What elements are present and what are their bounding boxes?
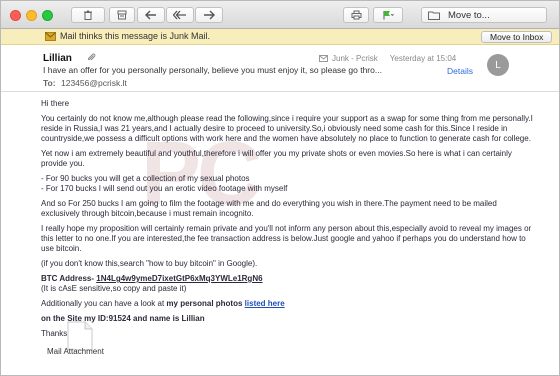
listed-here-link[interactable]: listed here bbox=[245, 299, 285, 308]
move-to-menu[interactable]: Move to... bbox=[421, 7, 547, 23]
archive-button[interactable] bbox=[109, 7, 135, 23]
zoom-window-button[interactable] bbox=[42, 10, 53, 21]
flag-button[interactable] bbox=[373, 7, 403, 23]
print-button[interactable] bbox=[343, 7, 369, 23]
btc-note: (It is cAsE sensitive,so copy and paste … bbox=[41, 284, 187, 293]
paragraph-5: (if you don't know this,search "how to b… bbox=[41, 259, 258, 268]
sender-name: Lillian bbox=[43, 53, 72, 64]
paperclip-icon bbox=[87, 53, 96, 61]
greeting: Hi there bbox=[41, 99, 70, 108]
junk-mail-banner: Mail thinks this message is Junk Mail. M… bbox=[1, 29, 559, 45]
message-body: PC Hi there You certainly do not know me… bbox=[1, 93, 559, 375]
personal-photos-line: Additionally you can have a look at my p… bbox=[41, 299, 533, 309]
details-link[interactable]: Details bbox=[447, 66, 473, 76]
personal-bold: my personal photos bbox=[166, 299, 243, 308]
mail-window: Move to... Mail thinks this message is J… bbox=[0, 0, 560, 376]
recipient-address: 123456@pcrisk.lt bbox=[61, 78, 127, 88]
reply-all-icon bbox=[173, 10, 186, 20]
message-preview: I have an offer for you personally perso… bbox=[43, 65, 382, 75]
offer-item-1: - For 90 bucks you will get a collection… bbox=[41, 174, 250, 183]
paragraph-3: And so For 250 bucks I am going to film … bbox=[41, 199, 497, 218]
message-meta: Junk - Pcrisk Yesterday at 15:04 bbox=[319, 54, 456, 63]
btc-line: BTC Address- 1N4Lg4w9ymeD7ixetGtP6xMq3YW… bbox=[41, 274, 533, 284]
mailbox-icon bbox=[319, 55, 328, 62]
folder-icon bbox=[428, 11, 440, 20]
junk-mail-icon bbox=[45, 32, 56, 41]
minimize-window-button[interactable] bbox=[26, 10, 37, 21]
reply-button[interactable] bbox=[137, 7, 165, 23]
trash-icon bbox=[84, 10, 92, 20]
avatar: L bbox=[487, 54, 509, 76]
paragraph-2: Yet now i am extremely beautiful and you… bbox=[41, 149, 512, 168]
junk-mail-text: Mail thinks this message is Junk Mail. bbox=[60, 31, 211, 41]
message-content: Hi there You certainly do not know me,al… bbox=[41, 99, 533, 344]
paragraph-4: I really hope my proposition will certai… bbox=[41, 224, 532, 253]
toolbar: Move to... bbox=[1, 1, 559, 29]
message-timestamp: Yesterday at 15:04 bbox=[389, 54, 457, 63]
reply-all-button[interactable] bbox=[166, 7, 194, 23]
site-id-line: on the Site my ID:91524 and name is Lill… bbox=[41, 314, 205, 323]
archive-icon bbox=[117, 10, 127, 20]
move-to-label: Move to... bbox=[448, 9, 490, 21]
to-label: To: bbox=[43, 78, 56, 88]
forward-icon bbox=[204, 10, 215, 20]
move-to-inbox-button[interactable]: Move to Inbox bbox=[481, 31, 553, 43]
paragraph-1: You certainly do not know me,although pl… bbox=[41, 114, 533, 143]
trash-button[interactable] bbox=[71, 7, 105, 23]
personal-prefix: Additionally you can have a look at bbox=[41, 299, 167, 308]
reply-icon bbox=[145, 10, 156, 20]
offer-item-2: - For 170 bucks I will send out you an e… bbox=[41, 184, 288, 193]
btc-address[interactable]: 1N4Lg4w9ymeD7ixetGtP6xMq3YWLe1RgN6 bbox=[96, 274, 262, 283]
forward-button[interactable] bbox=[195, 7, 223, 23]
close-window-button[interactable] bbox=[10, 10, 21, 21]
attachment-label[interactable]: Mail Attachment bbox=[47, 347, 104, 356]
flag-icon bbox=[383, 11, 394, 20]
btc-label: BTC Address- bbox=[41, 274, 97, 283]
thanks: Thanks, bbox=[41, 329, 70, 338]
message-header: Lillian Junk - Pcrisk Yesterday at 15:04… bbox=[1, 46, 559, 92]
mailbox-name: Junk - Pcrisk bbox=[332, 54, 378, 63]
print-icon bbox=[351, 10, 361, 20]
